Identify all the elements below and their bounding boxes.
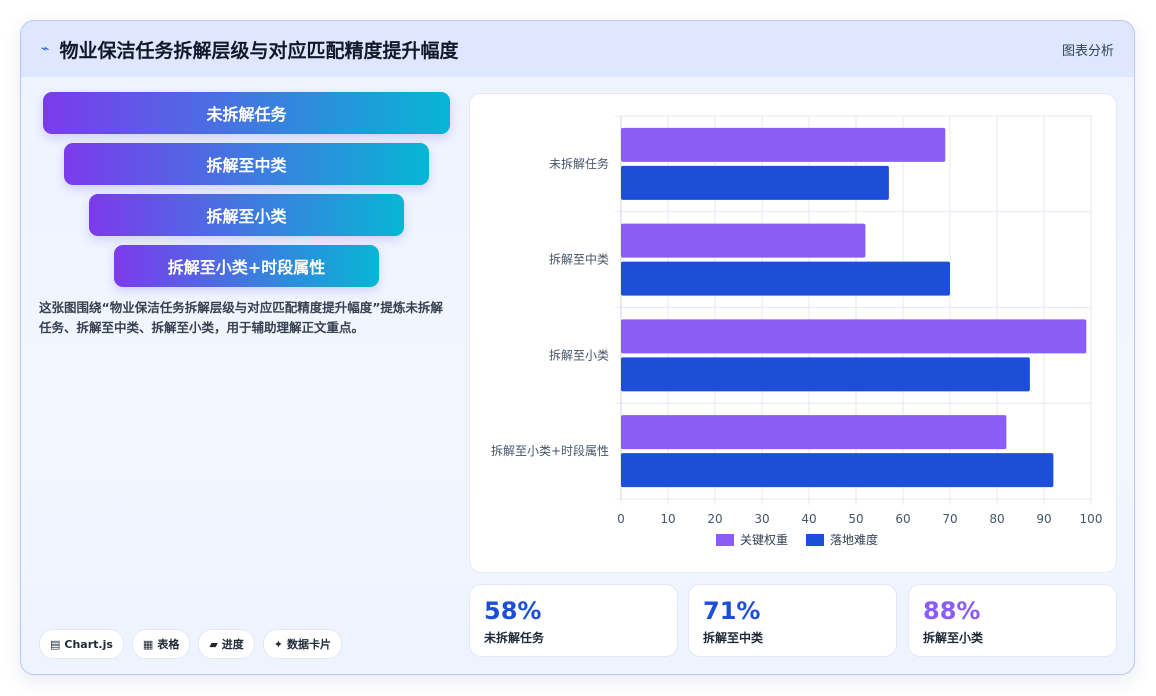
x-tick-label: 0 — [617, 512, 625, 526]
funnel-step-2: 拆解至中类 — [64, 143, 429, 185]
progress-icon: ▰ — [209, 637, 218, 651]
x-tick-label: 80 — [989, 512, 1004, 526]
chip-row: ▤ Chart.js ▦ 表格 ▰ 进度 ✦ 数据卡片 — [39, 629, 343, 659]
x-tick-label: 50 — [848, 512, 863, 526]
x-tick-label: 30 — [754, 512, 769, 526]
chip-label: 数据卡片 — [287, 638, 332, 651]
stat-value: 71% — [703, 597, 761, 625]
chart-analysis-tag: 图表分析 — [1061, 43, 1114, 59]
x-tick-label: 10 — [660, 512, 675, 526]
bar-key-weight — [621, 415, 1007, 450]
stat-card-1: 58% 未拆解任务 — [469, 584, 678, 657]
chip-label: 表格 — [157, 638, 180, 651]
x-tick-label: 100 — [1080, 512, 1103, 526]
description-text: 这张图围绕“物业保洁任务拆解层级与对应匹配精度提升幅度”提炼未拆解任务、拆解至中… — [39, 300, 443, 335]
stat-card-3: 88% 拆解至小类 — [908, 584, 1117, 657]
bar-difficulty — [621, 357, 1030, 392]
stat-label: 拆解至中类 — [703, 631, 764, 645]
legend-swatch — [716, 534, 734, 546]
chip-progress[interactable]: ▰ 进度 — [198, 629, 255, 659]
stat-label: 拆解至小类 — [923, 631, 984, 645]
chart-icon: ▤ — [50, 637, 61, 651]
stat-label: 未拆解任务 — [484, 631, 545, 645]
funnel-step-1: 未拆解任务 — [43, 92, 450, 134]
stat-card-2: 71% 拆解至中类 — [688, 584, 897, 657]
chip-label: Chart.js — [64, 637, 113, 651]
y-tick-label: 拆解至小类 — [549, 347, 609, 362]
chip-chartjs[interactable]: ▤ Chart.js — [39, 629, 124, 659]
dashboard-card: ⌁ 物业保洁任务拆解层级与对应匹配精度提升幅度 图表分析 未拆解任务 拆解至中类… — [20, 20, 1135, 675]
y-tick-label: 未拆解任务 — [549, 156, 609, 171]
bar-difficulty — [621, 261, 950, 296]
header: ⌁ 物业保洁任务拆解层级与对应匹配精度提升幅度 图表分析 — [21, 21, 1134, 77]
page-title: 物业保洁任务拆解层级与对应匹配精度提升幅度 — [59, 39, 459, 62]
chip-label: 进度 — [221, 638, 244, 651]
x-tick-label: 20 — [707, 512, 722, 526]
bar-difficulty — [621, 453, 1054, 488]
funnel-step-3: 拆解至小类 — [89, 194, 404, 236]
x-tick-label: 40 — [801, 512, 816, 526]
bar-chart: 0 10 20 30 40 50 60 70 80 90 100 未拆解任务拆解至中类拆解至小类拆解至… — [491, 115, 1103, 547]
table-icon: ▦ — [142, 637, 154, 651]
chart-panel: 0 10 20 30 40 50 60 70 80 90 100 未拆解任务拆解至中类拆解至小类拆解至… — [469, 93, 1117, 573]
y-tick-label: 拆解至中类 — [549, 252, 609, 267]
chip-table[interactable]: ▦ 表格 — [131, 629, 191, 659]
y-tick-label: 拆解至小类+时段属性 — [491, 443, 609, 458]
stat-value: 88% — [923, 597, 981, 625]
x-tick-label: 60 — [895, 512, 910, 526]
x-tick-label: 90 — [1036, 512, 1051, 526]
spark-icon: ⌁ — [41, 41, 50, 57]
legend-label: 落地难度 — [830, 532, 878, 547]
bar-key-weight — [621, 223, 866, 258]
bar-difficulty — [621, 165, 889, 200]
funnel-step-4: 拆解至小类+时段属性 — [114, 245, 379, 287]
x-tick-label: 70 — [942, 512, 957, 526]
bar-key-weight — [621, 319, 1087, 354]
bar-key-weight — [621, 127, 946, 162]
sparkle-icon: ✦ — [273, 637, 284, 651]
stat-value: 58% — [484, 597, 542, 625]
chip-data-card[interactable]: ✦ 数据卡片 — [262, 629, 343, 659]
legend-swatch — [806, 534, 824, 546]
legend-label: 关键权重 — [740, 533, 788, 547]
